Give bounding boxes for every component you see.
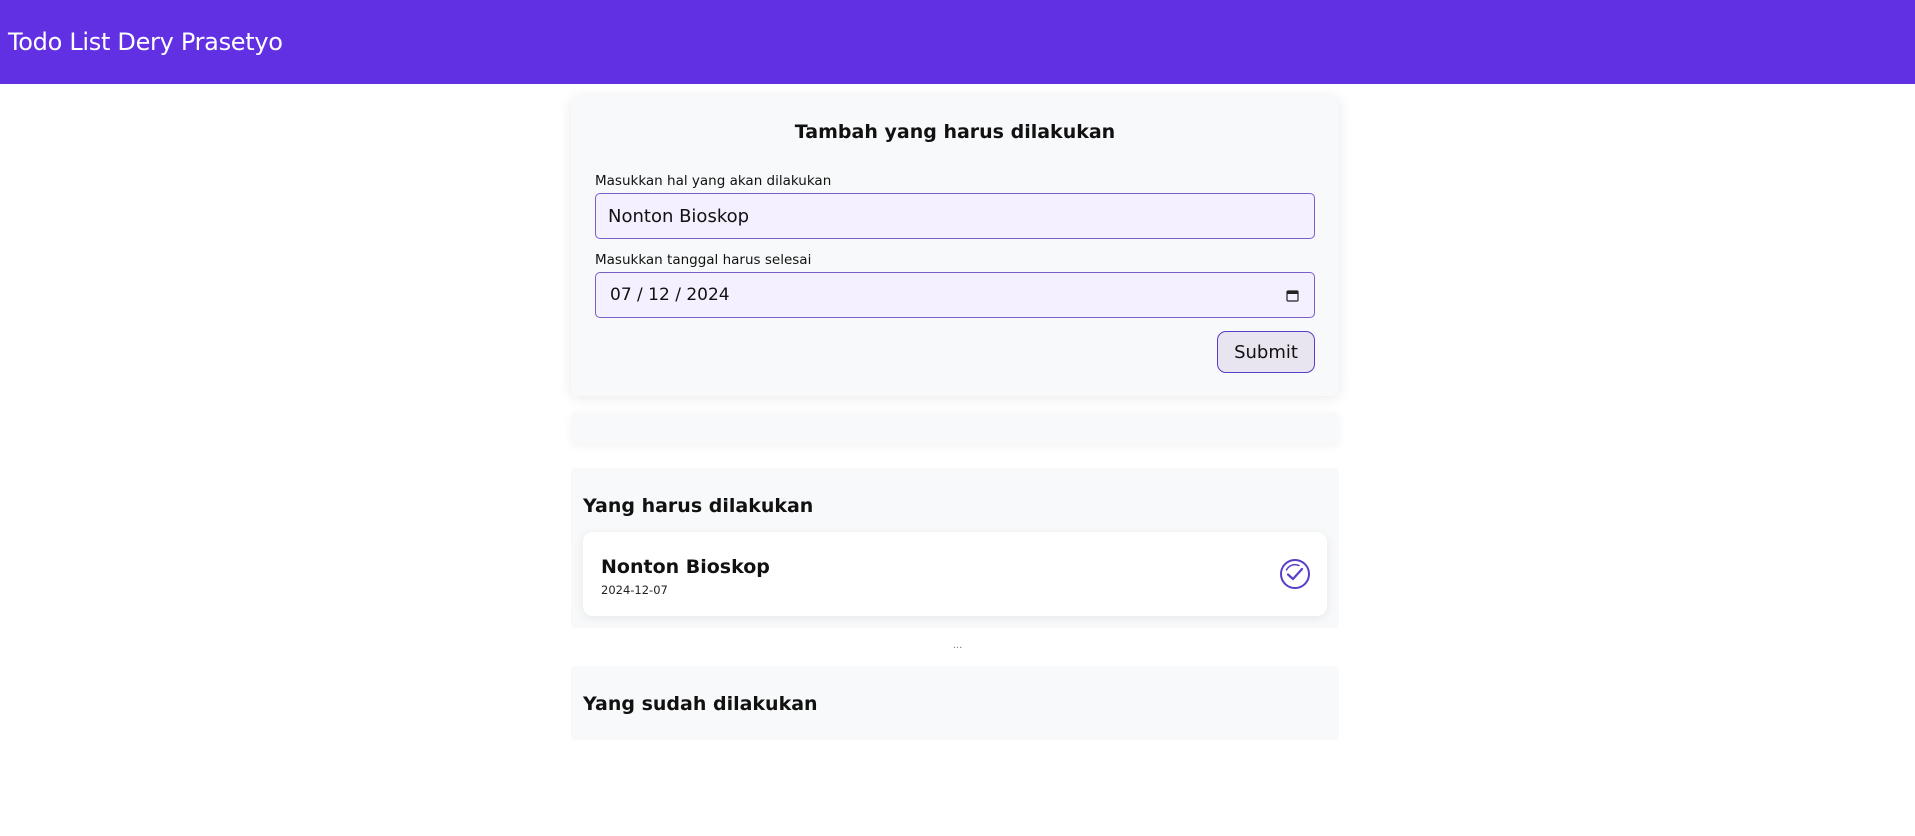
title-input[interactable]: Nonton Bioskop xyxy=(595,193,1315,239)
add-todo-form: Tambah yang harus dilakukan Masukkan hal… xyxy=(571,96,1339,396)
date-input[interactable]: 07 / 12 / 2024 xyxy=(595,272,1315,318)
title-input-value: Nonton Bioskop xyxy=(608,205,750,227)
date-field-label: Masukkan tanggal harus selesai xyxy=(595,252,812,268)
todo-section-title: Yang harus dilakukan xyxy=(583,495,814,517)
submit-button[interactable]: Submit xyxy=(1217,331,1315,373)
empty-panel xyxy=(571,412,1339,444)
todo-item: Nonton Bioskop 2024-12-07 xyxy=(583,532,1327,616)
form-title: Tambah yang harus dilakukan xyxy=(794,121,1116,143)
app-title: Todo List Dery Prasetyo xyxy=(8,28,283,56)
calendar-icon[interactable] xyxy=(1284,287,1300,303)
section-divider: ... xyxy=(952,640,963,651)
done-section: Yang sudah dilakukan xyxy=(571,666,1339,740)
done-section-title: Yang sudah dilakukan xyxy=(583,693,818,715)
check-circle-icon[interactable] xyxy=(1279,558,1311,590)
todo-section: Yang harus dilakukan Nonton Bioskop 2024… xyxy=(571,468,1339,628)
title-field-label: Masukkan hal yang akan dilakukan xyxy=(595,173,832,189)
todo-item-date: 2024-12-07 xyxy=(601,583,668,597)
date-input-value: 07 / 12 / 2024 xyxy=(610,285,730,305)
top-bar: Todo List Dery Prasetyo xyxy=(0,0,1915,84)
todo-item-title: Nonton Bioskop xyxy=(601,556,770,578)
